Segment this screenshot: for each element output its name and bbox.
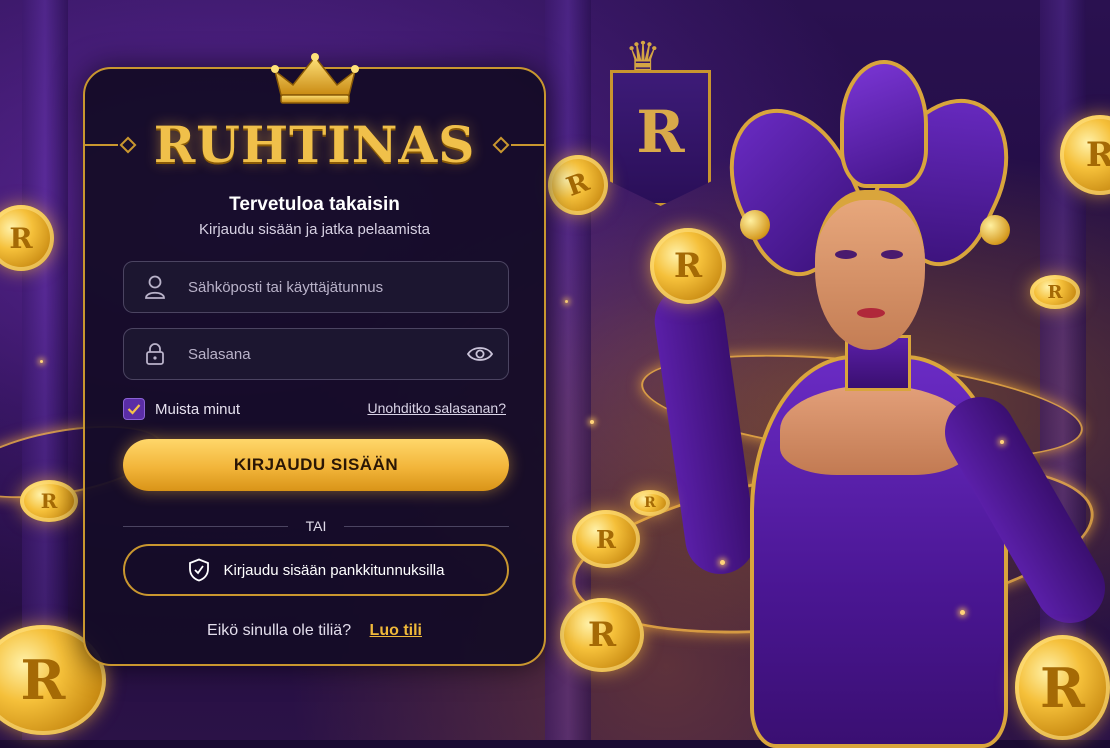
check-icon (127, 404, 141, 415)
login-subtitle: Kirjaudu sisään ja jatka pelaamista (199, 221, 430, 238)
remember-me[interactable]: Muista minut (123, 398, 240, 420)
brand-header: RUHTINAS (83, 115, 546, 174)
create-account-link[interactable]: Luo tili (370, 622, 422, 639)
jester-face (815, 190, 925, 350)
username-input[interactable] (186, 277, 508, 297)
lock-icon (124, 342, 186, 366)
gold-coin: R (630, 490, 670, 516)
signup-prompt: Eikö sinulla ole tiliä? (207, 622, 352, 639)
login-button[interactable]: KIRJAUDU SISÄÄN (123, 439, 509, 491)
ornament-right (491, 136, 546, 153)
shield-icon (188, 558, 209, 582)
sparkle (720, 560, 725, 565)
gold-coin: R (20, 480, 78, 522)
bank-login-button[interactable]: Kirjaudu sisään pankkitunnuksilla (123, 544, 509, 596)
gold-coin: R (560, 598, 644, 672)
password-input[interactable] (186, 344, 452, 364)
jester-bell (740, 210, 770, 240)
divider-label: TAI (305, 518, 327, 534)
sparkle (565, 300, 568, 303)
jester-character (630, 55, 1110, 748)
sparkle (40, 360, 43, 363)
login-title: Tervetuloa takaisin (229, 194, 400, 215)
remember-label: Muista minut (155, 400, 241, 418)
forgot-password-link[interactable]: Unohditko salasanan? (367, 400, 506, 416)
eye-icon[interactable] (452, 345, 508, 363)
jester-arm (650, 281, 760, 579)
crown-icon (271, 53, 359, 104)
user-icon (124, 275, 186, 299)
gold-coin: R (1015, 635, 1110, 740)
jester-hat-center (840, 60, 928, 188)
sparkle (960, 610, 965, 615)
jester-chest (780, 385, 970, 475)
gold-coin: R (650, 228, 726, 304)
gold-coin: R (572, 510, 640, 568)
jester-bell (980, 215, 1010, 245)
brand-logo: RUHTINAS (153, 115, 476, 174)
username-field[interactable] (123, 261, 509, 313)
gold-coin: R (1030, 275, 1080, 309)
password-field[interactable] (123, 328, 509, 380)
login-card: RUHTINAS Tervetuloa takaisin Kirjaudu si… (83, 53, 546, 666)
remember-checkbox[interactable] (123, 398, 145, 420)
sparkle (1000, 440, 1004, 444)
or-divider: TAI (123, 518, 509, 534)
ornament-left (83, 136, 138, 153)
signup-row: Eikö sinulla ole tiliä? Luo tili (85, 622, 544, 640)
bank-login-label: Kirjaudu sisään pankkitunnuksilla (223, 561, 445, 579)
sparkle (590, 420, 594, 424)
